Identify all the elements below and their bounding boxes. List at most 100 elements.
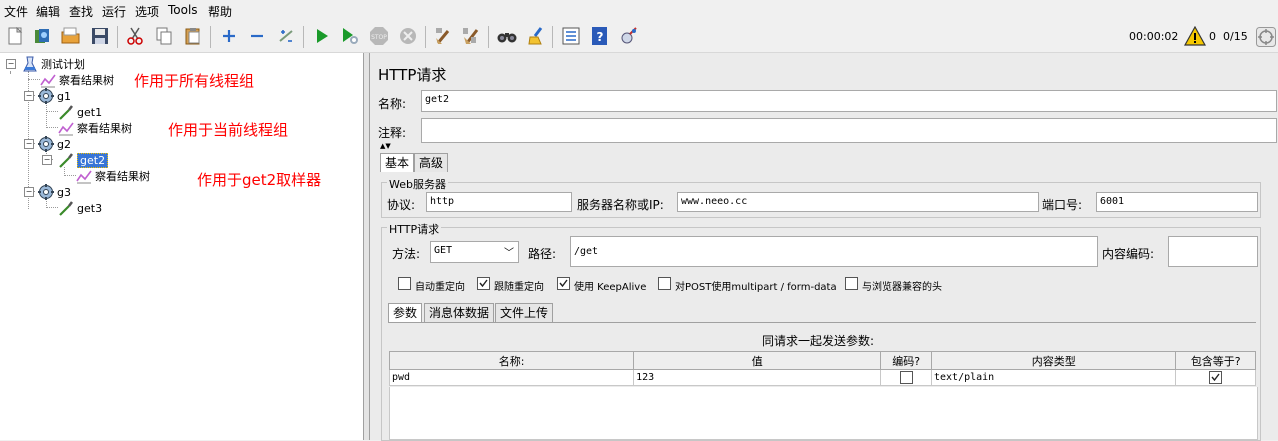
sampler-pipette-icon [58,200,74,216]
method-select[interactable]: GET ﹀ [430,241,519,263]
tree-node-g1[interactable]: g1 [38,88,71,104]
encoding-label: 内容编码: [1102,247,1155,261]
collapse-icon[interactable] [246,25,268,47]
tree-label: g2 [57,137,71,151]
port-field[interactable]: 6001 [1096,192,1258,212]
clear-icon[interactable] [432,25,454,47]
menu-help[interactable]: 帮助 [208,3,232,20]
root-collapse-toggle[interactable]: − [6,59,16,69]
test-plan-icon [22,56,38,72]
tree-node-results-tree-plan[interactable]: 察看结果树 [40,72,114,88]
keepalive-label: 使用 KeepAlive [574,282,647,293]
get2-collapse-toggle[interactable]: − [42,155,52,165]
help-icon[interactable]: ? [589,25,611,47]
comment-label: 注释: [378,126,407,140]
start-icon[interactable] [311,25,333,47]
table-row[interactable]: pwd 123 text/plain [388,369,1256,386]
g2-collapse-toggle[interactable]: − [24,139,34,149]
paste-icon[interactable] [182,25,204,47]
tree-node-results-tree-get2[interactable]: 察看结果树 [76,168,150,184]
save-icon[interactable] [89,25,111,47]
shutdown-icon[interactable] [397,25,419,47]
tree-node-g3[interactable]: g3 [38,184,71,200]
encoding-field[interactable] [1168,236,1258,267]
keepalive-checkbox[interactable] [557,277,570,290]
active-threads: 0/15 [1223,30,1248,43]
server-field[interactable]: www.neeo.cc [677,192,1039,212]
g1-collapse-toggle[interactable]: − [24,91,34,101]
tab-file-upload[interactable]: 文件上传 [495,303,554,322]
thread-group-icon [38,88,54,104]
g3-collapse-toggle[interactable]: − [24,187,34,197]
browser-headers-label: 与浏览器兼容的头 [862,282,942,293]
remote-icon[interactable] [618,25,640,47]
param-name-cell[interactable]: pwd [388,369,635,386]
col-name[interactable]: 名称: [388,351,635,370]
menu-bar: 文件 编辑 查找 运行 选项 Tools 帮助 [0,0,1278,20]
tree-node-get3[interactable]: get3 [58,200,102,216]
tree-node-get1[interactable]: get1 [58,104,102,120]
cut-icon[interactable] [124,25,146,47]
param-encode-cell[interactable] [880,369,932,386]
thread-group-icon [38,184,54,200]
open-icon[interactable] [60,25,82,47]
param-value-cell[interactable]: 123 [633,369,882,386]
browser-headers-checkbox[interactable] [845,277,858,290]
annotation-current-group: 作用于当前线程组 [168,121,289,139]
tree-node-results-tree-g1[interactable]: 察看结果树 [58,120,132,136]
search-icon[interactable] [496,25,518,47]
method-value: GET [434,245,453,256]
tab-advanced[interactable]: 高级 [414,153,449,172]
clear-all-icon[interactable] [460,25,482,47]
tab-basic[interactable]: 基本 [380,153,415,172]
include-equals-checkbox[interactable] [1209,371,1223,384]
comment-field[interactable] [421,118,1277,143]
tree-node-test-plan[interactable]: 测试计划 [22,56,85,72]
menu-tools[interactable]: Tools [168,3,198,17]
start-no-pause-icon[interactable] [339,25,361,47]
expand-icon[interactable] [218,25,240,47]
menu-run[interactable]: 运行 [102,3,126,20]
tree-label: g1 [57,89,71,103]
annotation-all-groups: 作用于所有线程组 [134,72,255,90]
toggle-icon[interactable] [275,25,297,47]
menu-search[interactable]: 查找 [69,3,93,20]
annotation-sampler: 作用于get2取样器 [197,171,322,189]
templates-icon[interactable] [31,25,53,47]
col-value[interactable]: 值 [633,351,882,370]
warning-icon[interactable] [1183,25,1207,49]
col-include-equals[interactable]: 包含等于? [1175,351,1256,370]
path-field[interactable]: /get [570,236,1098,267]
param-content-type-cell[interactable]: text/plain [930,369,1177,386]
tree-node-get2[interactable]: get2 [58,152,109,168]
tab-body-data[interactable]: 消息体数据 [424,303,495,322]
tree-node-g2[interactable]: g2 [38,136,71,152]
auto-redirect-checkbox[interactable] [398,277,411,290]
follow-redirect-checkbox[interactable] [477,277,490,290]
splitter-arrows[interactable]: ▲▼ [380,143,391,150]
param-include-equals-cell[interactable] [1175,369,1256,386]
chart-icon [58,120,74,136]
tab-parameters[interactable]: 参数 [388,303,423,322]
menu-edit[interactable]: 编辑 [36,3,60,20]
encode-checkbox[interactable] [899,371,913,384]
col-encode[interactable]: 编码? [880,351,932,370]
multipart-checkbox[interactable] [658,277,671,290]
port-label: 端口号: [1042,198,1083,212]
name-label: 名称: [378,97,407,111]
chevron-down-icon: ﹀ [504,248,514,259]
col-content-type[interactable]: 内容类型 [930,351,1177,370]
web-server-title: Web服务器 [387,176,448,192]
tree-label: g3 [57,185,71,199]
name-field[interactable]: get2 [421,90,1277,112]
stop-icon[interactable]: STOP [368,25,390,47]
function-helper-icon[interactable] [560,25,582,47]
reset-search-icon[interactable] [525,25,547,47]
copy-icon[interactable] [153,25,175,47]
protocol-field[interactable]: http [426,192,572,212]
path-label: 路径: [528,247,557,261]
new-icon[interactable] [4,25,26,47]
menu-file[interactable]: 文件 [4,3,28,20]
menu-options[interactable]: 选项 [135,3,159,20]
http-request-panel: HTTP请求 名称: get2 注释: ▲▼ 基本 高级 Web服务器 协议: … [370,53,1278,441]
